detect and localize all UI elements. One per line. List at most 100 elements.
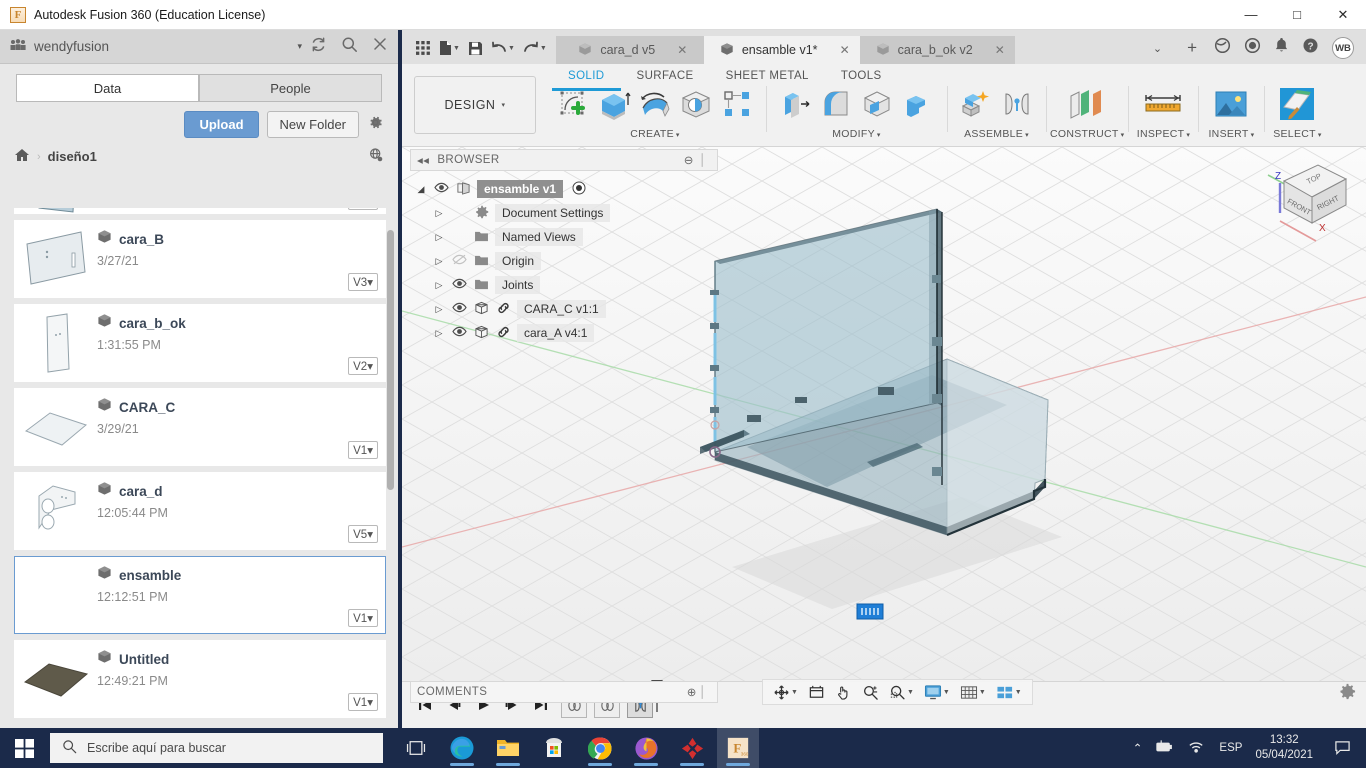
chevron-down-icon[interactable]: ▼ xyxy=(1015,689,1022,696)
viewports-icon[interactable]: ▼ xyxy=(992,682,1026,703)
minimize-button[interactable]: — xyxy=(1228,0,1274,30)
tree-node-label[interactable]: Origin xyxy=(495,252,542,270)
language-indicator[interactable]: ESP xyxy=(1219,742,1242,754)
microsoft-store-icon[interactable] xyxy=(533,728,575,768)
file-explorer-icon[interactable] xyxy=(487,728,529,768)
document-tab-cara_d[interactable]: cara_d v5 ✕ xyxy=(555,36,704,64)
list-item[interactable]: cara_d 12:05:44 PM V5▾ xyxy=(14,472,386,550)
tree-node-ensamble[interactable]: ◢ ensamble v1 xyxy=(410,177,718,201)
tree-node-label[interactable]: cara_A v4:1 xyxy=(517,324,595,342)
ribbon-group-label[interactable]: INSPECT ▾ xyxy=(1137,128,1190,140)
job-status-icon[interactable] xyxy=(1244,37,1261,59)
avatar[interactable]: WB xyxy=(1332,37,1354,59)
expand-arrow-icon[interactable]: ▷ xyxy=(432,232,446,243)
close-tab-icon[interactable]: ✕ xyxy=(840,43,850,57)
fit-icon[interactable]: ▼ xyxy=(885,682,918,703)
tab-people[interactable]: People xyxy=(199,74,382,102)
new-tab-button[interactable]: + xyxy=(1183,38,1201,58)
visibility-eye-icon[interactable] xyxy=(451,302,468,316)
display-settings-icon[interactable]: ▼ xyxy=(920,682,954,703)
chevron-down-icon[interactable]: ▼ xyxy=(907,689,914,696)
data-panel-file-list[interactable]: 3/27/21 V4▾ xyxy=(0,208,400,728)
maximize-button[interactable]: □ xyxy=(1274,0,1320,30)
pattern-icon[interactable] xyxy=(718,84,756,124)
tree-node-document-settings[interactable]: ▷ Document Settings xyxy=(410,201,718,225)
expand-arrow-icon[interactable]: ▷ xyxy=(432,328,446,339)
zoom-icon[interactable] xyxy=(858,682,883,703)
fusion-launcher-icon[interactable] xyxy=(671,728,713,768)
item-version-badge[interactable]: V1▾ xyxy=(348,441,378,459)
create-sketch-icon[interactable] xyxy=(554,84,592,124)
home-icon[interactable] xyxy=(14,148,30,165)
tree-node-label[interactable]: ensamble v1 xyxy=(477,180,564,198)
item-version-badge[interactable]: V2▾ xyxy=(348,357,378,375)
chevron-down-icon[interactable]: ▼ xyxy=(943,689,950,696)
hub-name[interactable]: wendyfusion xyxy=(34,39,289,54)
press-pull-icon[interactable] xyxy=(776,84,814,124)
undo-icon[interactable]: ▼ xyxy=(488,39,518,57)
document-tab-cara_b_ok[interactable]: cara_b_ok v2 ✕ xyxy=(859,36,1015,64)
tree-node-cara-c[interactable]: ▷ CARA_C v1:1 xyxy=(410,297,718,321)
tree-node-joints[interactable]: ▷ Joints xyxy=(410,273,718,297)
redo-icon[interactable]: ▼ xyxy=(520,39,550,57)
collapse-browser-icon[interactable]: ◂◂ xyxy=(417,153,429,167)
chevron-down-icon[interactable]: ▼ xyxy=(453,45,460,52)
combine-icon[interactable] xyxy=(899,84,937,124)
taskbar-search-box[interactable]: Escribe aquí para buscar xyxy=(50,733,383,763)
chevron-down-icon[interactable]: ▼ xyxy=(979,689,986,696)
visibility-eye-icon[interactable] xyxy=(451,326,468,340)
list-item[interactable]: Untitled 12:49:21 PM V1▾ xyxy=(14,640,386,718)
tree-node-label[interactable]: CARA_C v1:1 xyxy=(517,300,606,318)
edge-icon[interactable] xyxy=(441,728,483,768)
revolve-icon[interactable] xyxy=(636,84,674,124)
browser-minimize-icon[interactable]: ⊖ xyxy=(684,153,694,167)
expand-arrow-icon[interactable]: ▷ xyxy=(432,208,446,219)
new-folder-button[interactable]: New Folder xyxy=(266,111,359,138)
notifications-icon[interactable] xyxy=(1274,37,1289,59)
gear-icon[interactable] xyxy=(367,114,384,136)
tree-node-label[interactable]: Named Views xyxy=(495,228,583,246)
list-item[interactable]: cara_b_ok 1:31:55 PM V2▾ xyxy=(14,304,386,382)
visibility-eye-off-icon[interactable] xyxy=(451,254,468,268)
windows-start-icon[interactable] xyxy=(0,728,48,768)
insert-mcmaster-icon[interactable] xyxy=(1208,84,1254,124)
close-tab-icon[interactable]: ✕ xyxy=(677,43,687,57)
fillet-icon[interactable] xyxy=(817,84,855,124)
item-version-badge[interactable]: V3▾ xyxy=(348,273,378,291)
chrome-icon[interactable] xyxy=(579,728,621,768)
tree-node-named-views[interactable]: ▷ Named Views xyxy=(410,225,718,249)
visibility-eye-icon[interactable] xyxy=(451,278,468,292)
document-tab-ensamble[interactable]: ensamble v1* ✕ xyxy=(703,36,860,64)
list-item[interactable]: 3/27/21 V4▾ xyxy=(14,208,386,214)
orbit-icon[interactable]: ▼ xyxy=(769,682,802,703)
viewport[interactable]: ◂◂ BROWSER ⊖ ▏ ◢ ensamble v1 ▷ Document … xyxy=(402,147,1366,711)
expand-arrow-icon[interactable]: ▷ xyxy=(432,304,446,315)
tree-node-origin[interactable]: ▷ Origin xyxy=(410,249,718,273)
expand-arrow-icon[interactable]: ▷ xyxy=(432,280,446,291)
view-cube[interactable]: Z X TOP FRONT RIGHT xyxy=(1262,153,1358,253)
ribbon-group-label[interactable]: CREATE ▾ xyxy=(630,128,679,140)
battery-icon[interactable] xyxy=(1155,739,1174,757)
chevron-down-icon[interactable]: ▼ xyxy=(540,45,547,52)
new-component-icon[interactable] xyxy=(957,84,995,124)
hub-dropdown-caret[interactable]: ▾ xyxy=(297,41,302,52)
add-comment-icon[interactable]: ⊕ xyxy=(687,685,697,699)
wifi-icon[interactable] xyxy=(1187,739,1206,757)
upload-button[interactable]: Upload xyxy=(184,111,259,138)
list-item[interactable]: cara_B 3/27/21 V3▾ xyxy=(14,220,386,298)
list-item[interactable]: CARA_C 3/29/21 V1▾ xyxy=(14,388,386,466)
clock[interactable]: 13:32 05/04/2021 xyxy=(1255,733,1313,763)
data-panel-scrollbar[interactable] xyxy=(387,230,394,490)
app-grid-icon[interactable] xyxy=(412,38,434,58)
extensions-icon[interactable] xyxy=(1214,37,1231,59)
item-version-badge[interactable]: V1▾ xyxy=(348,609,378,627)
task-view-icon[interactable] xyxy=(395,728,437,768)
activate-component-radio[interactable] xyxy=(572,181,586,198)
tree-node-label[interactable]: Document Settings xyxy=(495,204,611,222)
ribbon-group-label[interactable]: CONSTRUCT ▾ xyxy=(1050,128,1124,140)
grid-snap-icon[interactable]: ▼ xyxy=(956,682,990,703)
ribbon-group-label[interactable]: ASSEMBLE ▾ xyxy=(964,128,1029,140)
close-tab-icon[interactable]: ✕ xyxy=(995,43,1005,57)
help-icon[interactable]: ? xyxy=(1302,37,1319,59)
ribbon-group-label[interactable]: INSERT ▾ xyxy=(1208,128,1254,140)
